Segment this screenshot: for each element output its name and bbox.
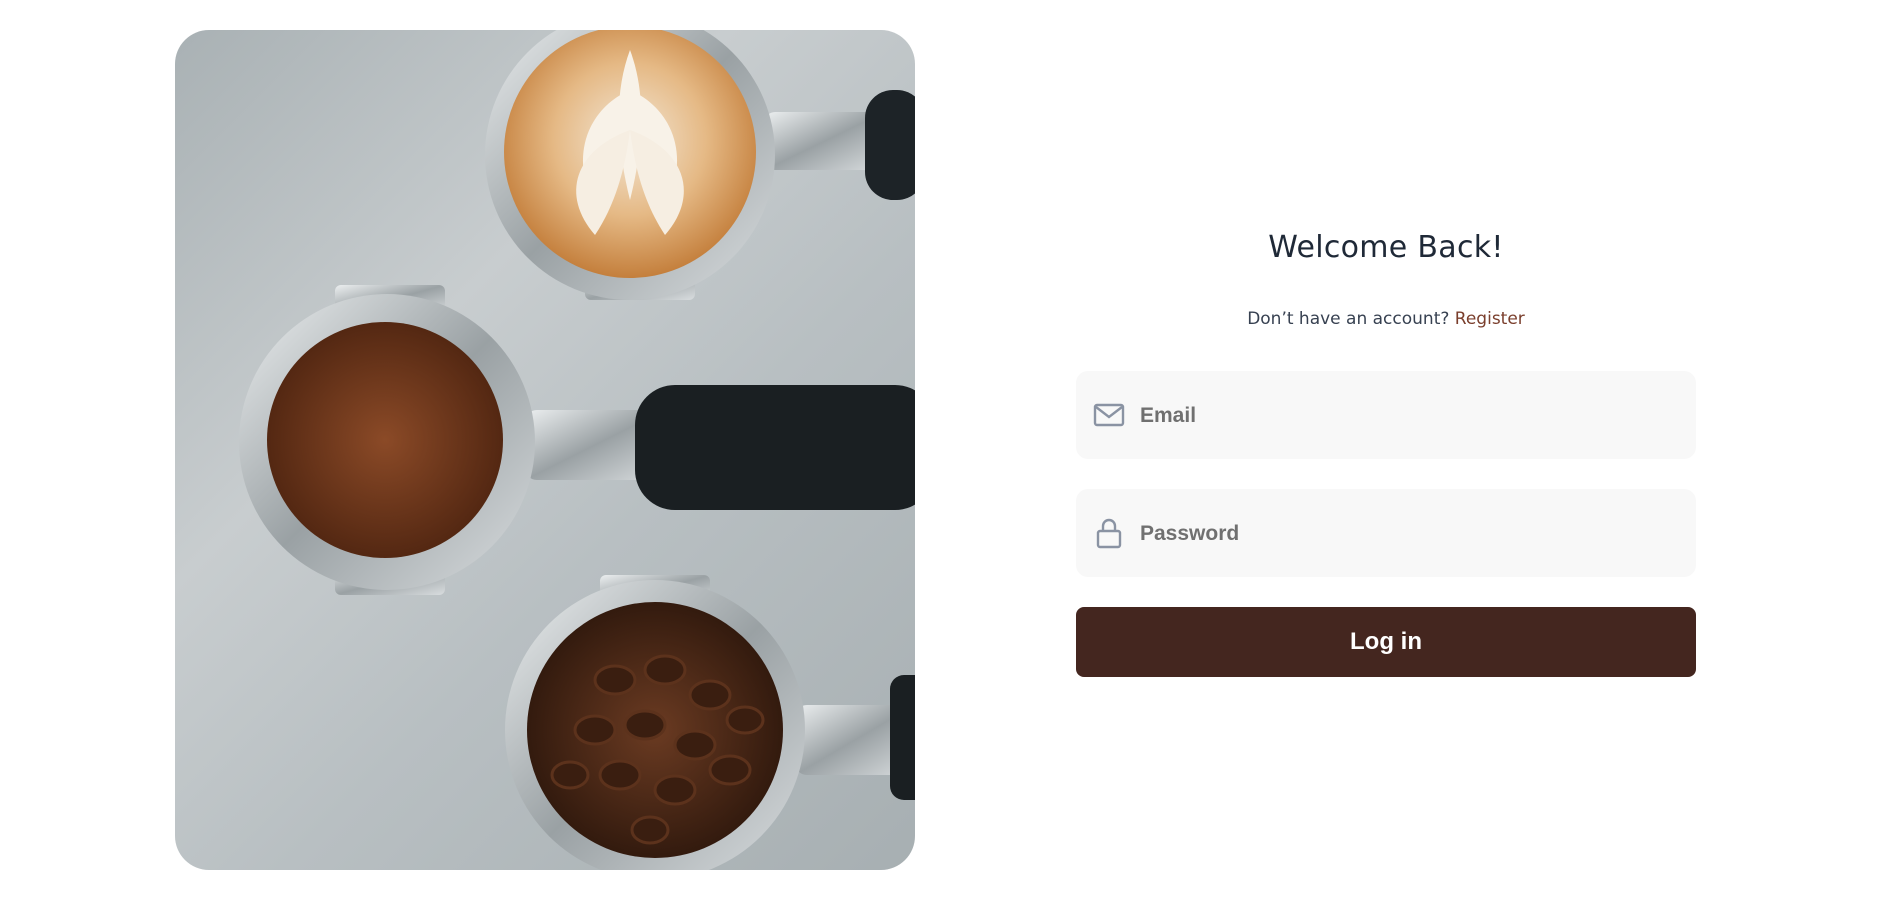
password-field[interactable]: [1076, 489, 1696, 579]
page-title: Welcome Back!: [1268, 230, 1504, 265]
no-account-text: Don’t have an account?: [1247, 309, 1450, 329]
login-button[interactable]: Log in: [1076, 607, 1696, 677]
password-input[interactable]: [1138, 489, 1682, 579]
mail-icon: [1093, 399, 1125, 431]
hero-illustration: [239, 30, 915, 870]
email-input[interactable]: [1138, 371, 1682, 461]
email-field[interactable]: [1076, 371, 1696, 461]
register-prompt: Don’t have an account? Register: [1076, 309, 1696, 329]
hero-image: [175, 30, 915, 870]
register-link[interactable]: Register: [1455, 309, 1525, 329]
lock-icon: [1093, 517, 1125, 549]
login-panel: Welcome Back! Don’t have an account? Reg…: [1076, 0, 1696, 902]
